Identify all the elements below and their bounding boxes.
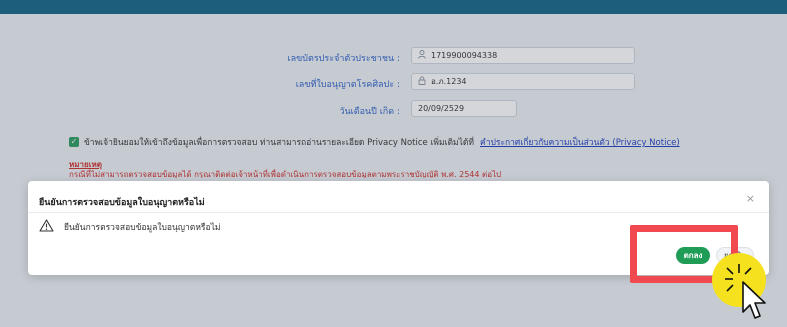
dialog-title: ยืนยันการตรวจสอบข้อมูลใบอนุญาตหรือไม่ [39,198,205,208]
warning-icon [39,219,54,235]
close-icon[interactable]: × [746,192,755,205]
dialog-message: ยืนยันการตรวจสอบข้อมูลใบอนุญาตหรือไม่ [64,223,221,233]
top-header-bar [0,0,787,14]
dialog-divider [28,212,769,213]
dialog-body: ยืนยันการตรวจสอบข้อมูลใบอนุญาตหรือไม่ [39,219,220,235]
cursor-icon [705,248,787,327]
